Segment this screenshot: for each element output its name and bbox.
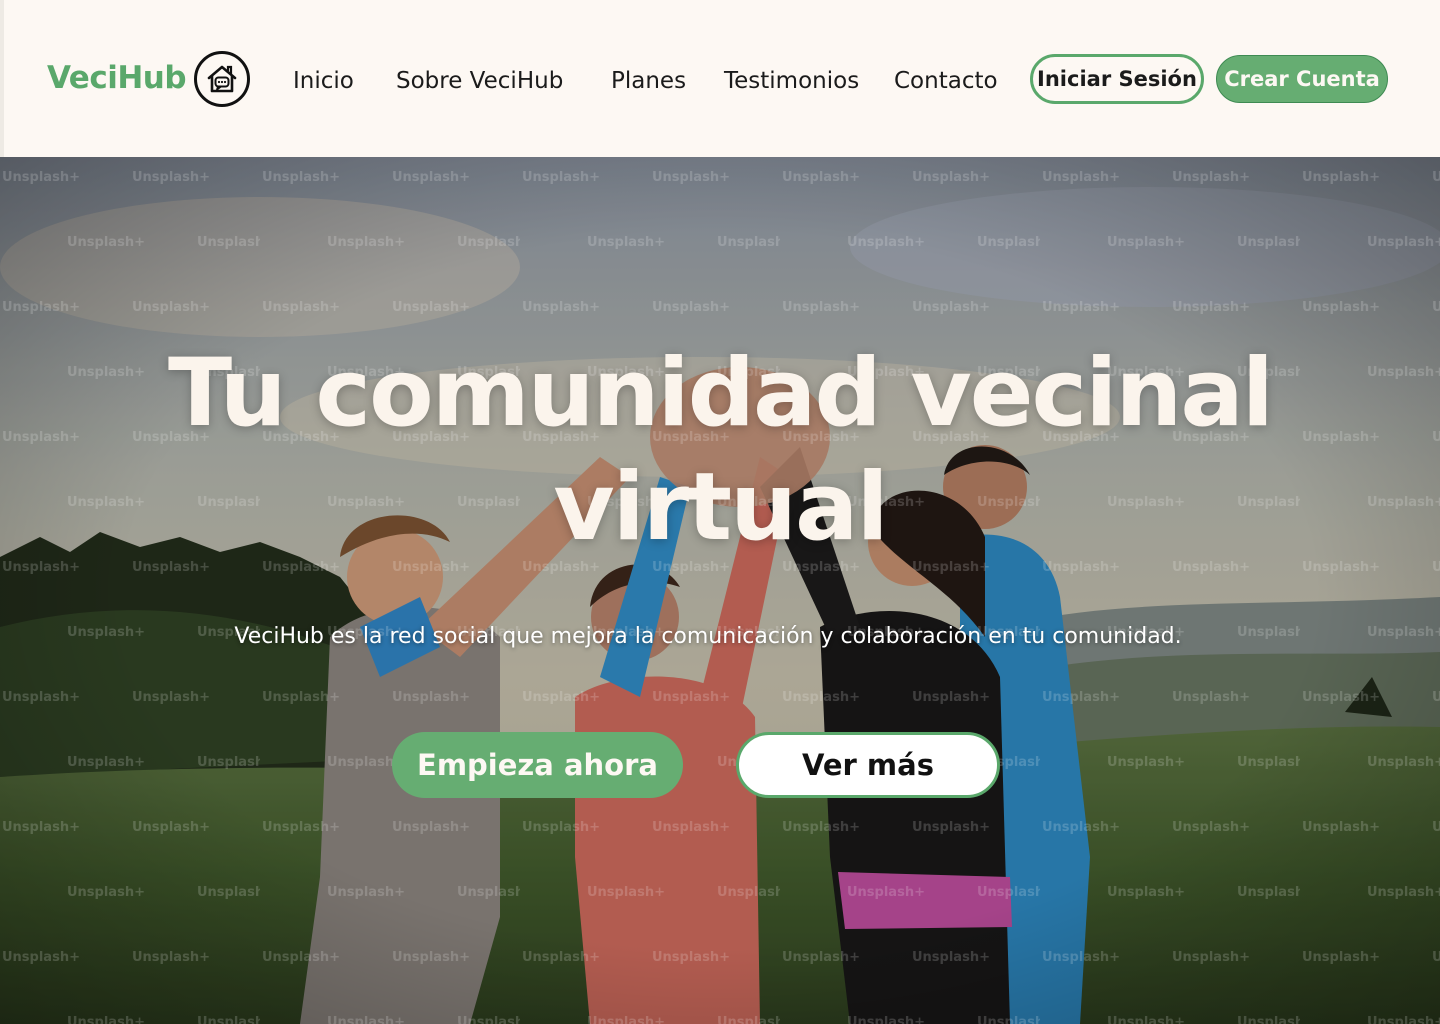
hero-background-image: Unsplash+ Unsplash+ Unsplash+ Unsplash+ [0,157,1440,1024]
house-chat-icon[interactable] [193,50,251,108]
hero-subtitle: VeciHub es la red social que mejora la c… [234,624,1182,649]
nav-link-contacto[interactable]: Contacto [894,68,998,94]
login-button[interactable]: Iniciar Sesión [1030,54,1204,104]
create-account-button[interactable]: Crear Cuenta [1216,55,1388,103]
nav-link-inicio[interactable]: Inicio [293,68,354,94]
hero-title: Tu comunidad vecinal virtual [150,337,1290,565]
hero-section: Unsplash+ Unsplash+ Unsplash+ Unsplash+ [0,157,1440,1024]
top-navbar: VeciHub Inicio Sobre VeciHub Planes Test… [0,0,1440,157]
hero-title-line2: virtual [553,453,888,562]
see-more-button[interactable]: Ver más [736,732,1000,798]
nav-link-planes[interactable]: Planes [611,68,686,94]
nav-link-sobre-vecihub[interactable]: Sobre VeciHub [396,68,563,94]
hero-title-line1: Tu comunidad vecinal [167,339,1274,448]
nav-link-testimonios[interactable]: Testimonios [724,68,859,94]
get-started-button[interactable]: Empieza ahora [392,732,683,798]
brand-logo-text[interactable]: VeciHub [47,60,187,96]
